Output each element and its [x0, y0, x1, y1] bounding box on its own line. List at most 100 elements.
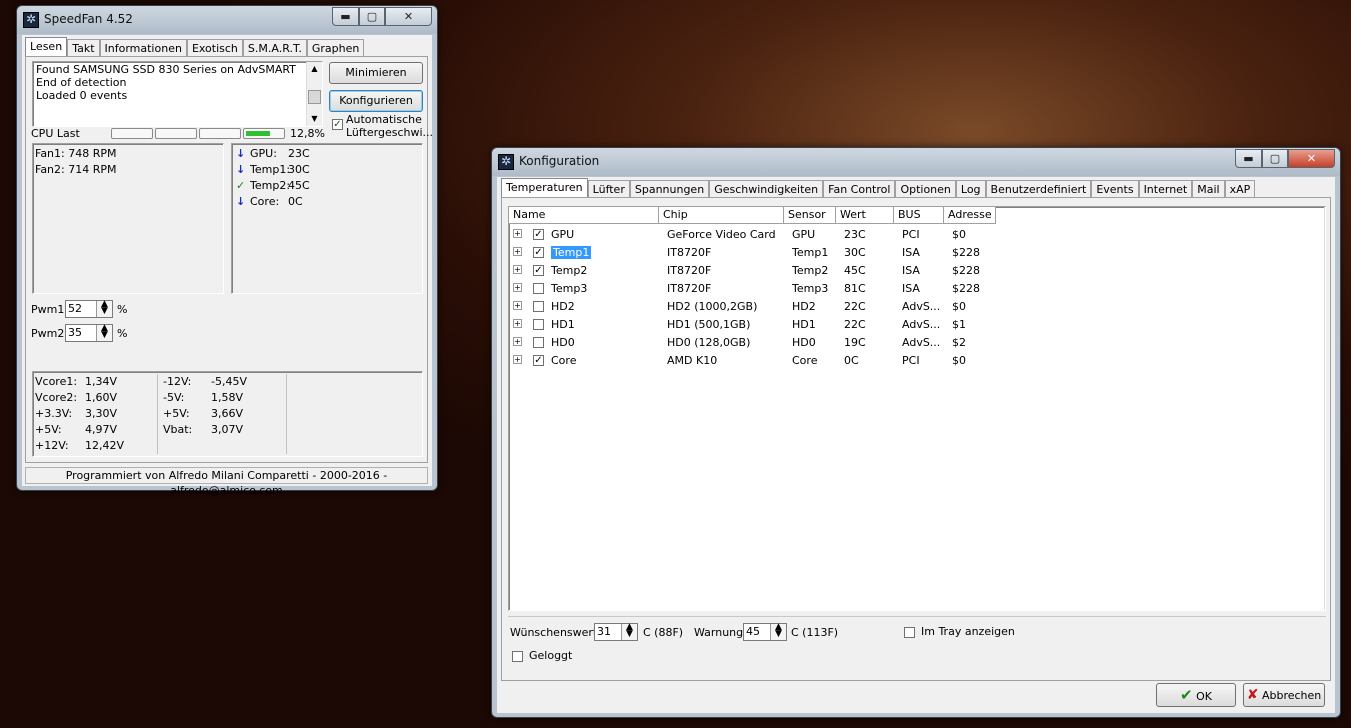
table-row[interactable]: + ✓ Temp1 IT8720F Temp1 30C ISA $228: [509, 244, 1325, 262]
scroll-thumb[interactable]: [308, 90, 321, 104]
fans-box: Fan1: 748 RPM Fan2: 714 RPM: [32, 143, 224, 294]
tab-mail[interactable]: Mail: [1192, 180, 1225, 198]
tab-temperaturen[interactable]: Temperaturen: [501, 178, 588, 198]
sensor-checkbox[interactable]: [533, 337, 544, 348]
sensor-checkbox[interactable]: ✓: [533, 229, 544, 240]
list-scrollbar[interactable]: [1324, 207, 1325, 610]
scroll-down-icon[interactable]: ▼: [307, 112, 322, 126]
speedfan-titlebar[interactable]: SpeedFan 4.52 ▬ ▢ ✕: [17, 6, 437, 34]
config-titlebar[interactable]: Konfiguration ▬ ▢ ✕: [492, 148, 1340, 176]
spinner-arrows-icon[interactable]: ▲ ▼: [770, 623, 786, 640]
tab-benutzerdefiniert[interactable]: Benutzerdefiniert: [985, 180, 1092, 198]
expand-icon[interactable]: +: [513, 301, 522, 310]
lesen-panel: Found SAMSUNG SSD 830 Series on AdvSMART…: [25, 56, 433, 463]
pwm2-spinner[interactable]: 35 ▲ ▼: [65, 324, 113, 342]
pwm2-value[interactable]: 35: [66, 325, 96, 341]
table-row[interactable]: + ✓ GPU GeForce Video Card GPU 23C PCI $0: [509, 226, 1325, 244]
table-row[interactable]: + ✓ Core AMD K10 Core 0C PCI $0: [509, 352, 1325, 370]
sensor-list[interactable]: Name Chip Sensor Wert BUS Adresse + ✓ GPU GeForc…: [508, 206, 1326, 611]
speedfan-tabs: Lesen Takt Informationen Exotisch S.M.A.R.T.…: [25, 37, 365, 57]
configure-button[interactable]: Konfigurieren: [329, 90, 423, 112]
desired-spinner[interactable]: 31 ▲ ▼: [594, 623, 638, 641]
pwm1-spinner[interactable]: 52 ▲ ▼: [65, 300, 113, 318]
spinner-arrows-icon[interactable]: ▲ ▼: [96, 300, 112, 317]
column-header[interactable]: Adresse: [944, 207, 996, 224]
column-header[interactable]: Sensor: [784, 207, 836, 224]
column-header[interactable]: Name: [509, 207, 659, 224]
tab-l-fter[interactable]: Lüfter: [587, 180, 630, 198]
voltage-reading: Vcore2: 1,60V: [35, 390, 124, 406]
sensor-checkbox[interactable]: [533, 319, 544, 330]
tab-s-m-a-r-t-[interactable]: S.M.A.R.T.: [242, 39, 307, 57]
tab-xap[interactable]: xAP: [1224, 180, 1256, 198]
tab-fan-control[interactable]: Fan Control: [823, 180, 896, 198]
cancel-button[interactable]: ✘ Abbrechen: [1243, 683, 1325, 707]
minimize-to-tray-button[interactable]: Minimieren: [329, 62, 423, 84]
cell-sensor: HD0: [792, 336, 816, 349]
voltage-value: 3,30V: [85, 407, 118, 420]
expand-icon[interactable]: +: [513, 319, 522, 328]
auto-fan-checkbox[interactable]: ✓: [332, 119, 343, 130]
column-header[interactable]: BUS: [894, 207, 944, 224]
log-scrollbar[interactable]: ▲ ▼: [306, 62, 322, 126]
expand-icon[interactable]: +: [513, 355, 522, 364]
sensor-checkbox[interactable]: ✓: [533, 355, 544, 366]
close-button[interactable]: ✕: [1288, 149, 1335, 168]
desired-unit: C (88F): [643, 626, 684, 639]
sensor-checkbox[interactable]: ✓: [533, 265, 544, 276]
expand-icon[interactable]: +: [513, 283, 522, 292]
voltage-value: 1,60V: [85, 391, 118, 404]
sensor-checkbox[interactable]: [533, 301, 544, 312]
table-row[interactable]: + HD2 HD2 (1000,2GB) HD2 22C AdvS... $0: [509, 298, 1325, 316]
table-row[interactable]: + ✓ Temp2 IT8720F Temp2 45C ISA $228: [509, 262, 1325, 280]
cpu-bar-3: [199, 128, 241, 139]
tab-exotisch[interactable]: Exotisch: [186, 39, 243, 57]
warning-value[interactable]: 45: [744, 624, 770, 640]
maximize-button[interactable]: ▢: [1262, 149, 1288, 168]
scroll-up-icon[interactable]: ▲: [307, 62, 322, 76]
tab-informationen[interactable]: Informationen: [99, 39, 187, 57]
list-header: Name Chip Sensor Wert BUS Adresse: [509, 207, 996, 224]
cell-bus: ISA: [902, 246, 920, 259]
table-row[interactable]: + Temp3 IT8720F Temp3 81C ISA $228: [509, 280, 1325, 298]
cell-chip: HD2 (1000,2GB): [667, 300, 758, 313]
arrow-down-icon: ↓: [236, 147, 246, 160]
column-header[interactable]: Chip: [659, 207, 784, 224]
spinner-arrows-icon[interactable]: ▲ ▼: [96, 324, 112, 341]
tab-spannungen[interactable]: Spannungen: [629, 180, 710, 198]
tray-checkbox[interactable]: [904, 627, 915, 638]
spinner-arrows-icon[interactable]: ▲ ▼: [621, 623, 637, 640]
ok-button[interactable]: ✔ OK: [1156, 683, 1236, 707]
minimize-button[interactable]: ▬: [332, 7, 359, 26]
table-row[interactable]: + HD0 HD0 (128,0GB) HD0 19C AdvS... $2: [509, 334, 1325, 352]
column-header[interactable]: Wert: [836, 207, 894, 224]
table-row[interactable]: + HD1 HD1 (500,1GB) HD1 22C AdvS... $1: [509, 316, 1325, 334]
log-lines: Found SAMSUNG SSD 830 Series on AdvSMART…: [36, 63, 296, 102]
tab-geschwindigkeiten[interactable]: Geschwindigkeiten: [709, 180, 824, 198]
expand-icon[interactable]: +: [513, 265, 522, 274]
cell-chip: IT8720F: [667, 246, 712, 259]
speedfan-app-icon: [23, 12, 39, 28]
desired-value[interactable]: 31: [595, 624, 621, 640]
tab-internet[interactable]: Internet: [1138, 180, 1193, 198]
tab-log[interactable]: Log: [955, 180, 986, 198]
warning-spinner[interactable]: 45 ▲ ▼: [743, 623, 787, 641]
tab-graphen[interactable]: Graphen: [306, 39, 365, 57]
sensor-checkbox[interactable]: ✓: [533, 247, 544, 258]
tab-optionen[interactable]: Optionen: [895, 180, 956, 198]
close-button[interactable]: ✕: [385, 7, 432, 26]
expand-icon[interactable]: +: [513, 229, 522, 238]
tab-takt[interactable]: Takt: [67, 39, 100, 57]
sensor-checkbox[interactable]: [533, 283, 544, 294]
close-icon: ✕: [403, 10, 414, 23]
logged-checkbox[interactable]: [512, 651, 523, 662]
tab-lesen[interactable]: Lesen: [25, 37, 68, 57]
expand-icon[interactable]: +: [513, 337, 522, 346]
cell-addr: $2: [952, 336, 966, 349]
cell-sensor: Temp1: [792, 246, 829, 259]
minimize-button[interactable]: ▬: [1235, 149, 1262, 168]
pwm1-value[interactable]: 52: [66, 301, 96, 317]
expand-icon[interactable]: +: [513, 247, 522, 256]
tab-events[interactable]: Events: [1091, 180, 1139, 198]
maximize-button[interactable]: ▢: [359, 7, 385, 26]
